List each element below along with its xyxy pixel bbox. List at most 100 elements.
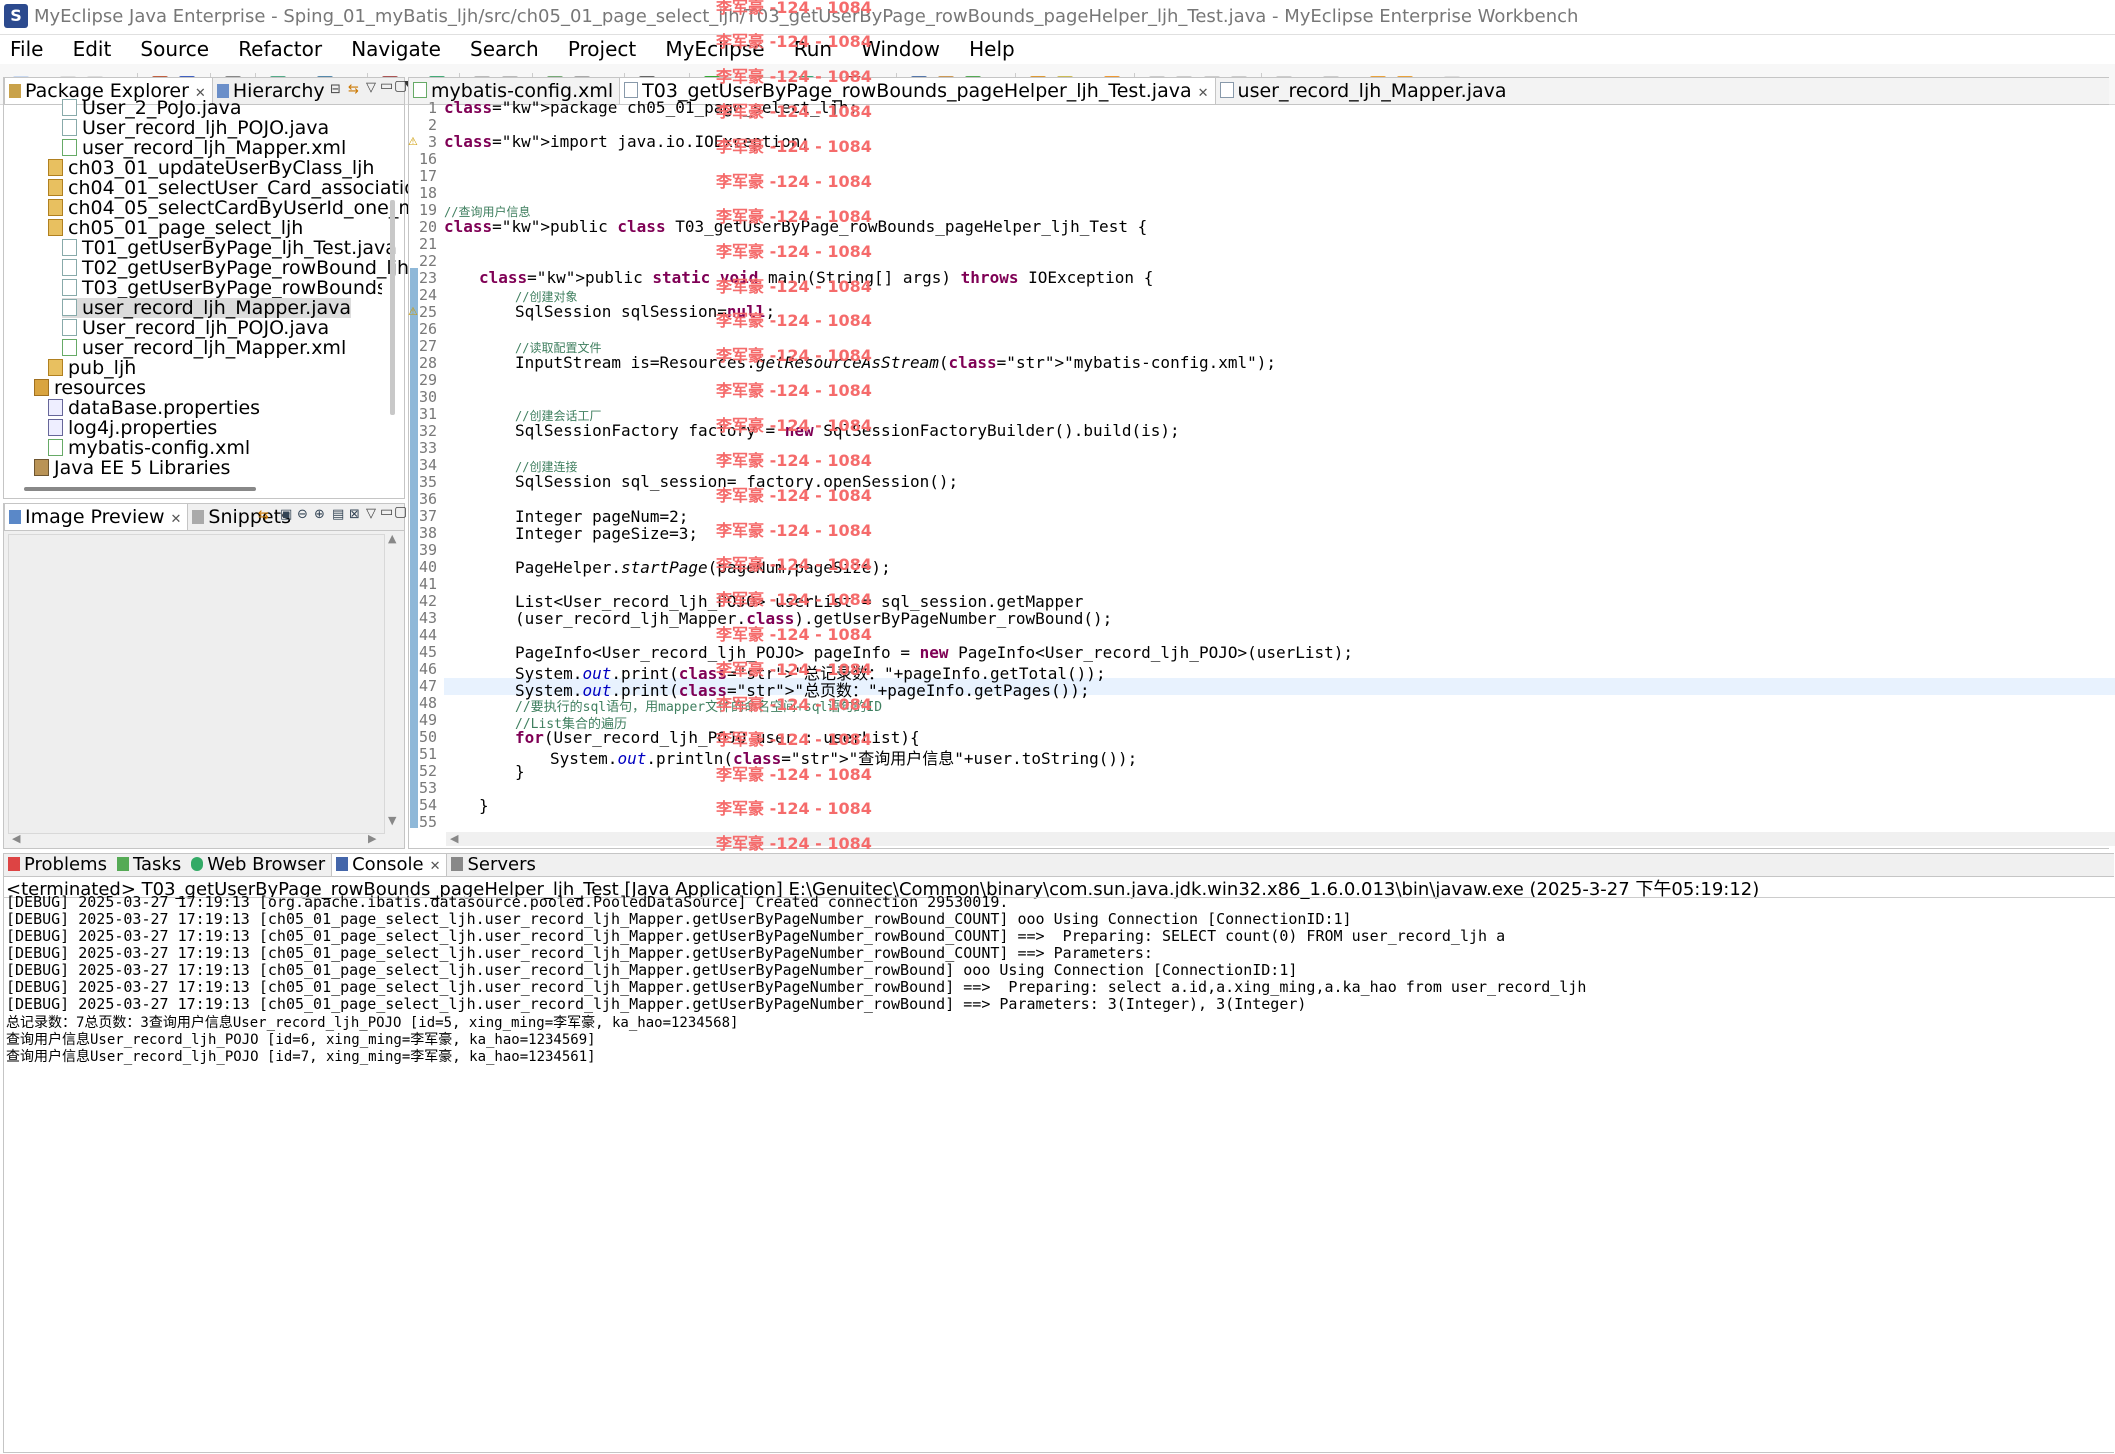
tree-item-t01[interactable]: T01_getUserByPage_ljh_Test.java (62, 238, 397, 258)
tree-item-label: log4j.properties (68, 417, 218, 439)
zoom-in-icon[interactable]: ⊕ (314, 507, 325, 522)
tree-item-mapper-java-selected[interactable]: user_record_ljh_Mapper.java (62, 298, 351, 318)
view-menu-icon[interactable]: ▽ (366, 80, 376, 95)
line-number: 23 (418, 269, 437, 287)
image-icon[interactable]: ▣ (280, 507, 292, 522)
menu-source[interactable]: Source (140, 37, 209, 61)
line-number: 54 (418, 796, 437, 814)
link-editor-icon[interactable]: ⇆ (348, 82, 359, 97)
close-icon[interactable]: ✕ (1198, 86, 1209, 101)
tree-item-t03[interactable]: T03_getUserByPage_rowBounds_pageHelper_l… (62, 278, 382, 298)
tab-tasks[interactable]: Tasks (113, 854, 187, 876)
link-icon[interactable]: ⇆ (258, 508, 269, 523)
line-number: 41 (418, 575, 437, 593)
tree-item-user-record-pojo[interactable]: User_record_ljh_POJO.java (62, 118, 329, 138)
collapse-all-icon[interactable]: ⊟ (330, 82, 341, 97)
tree-item-label: ch05_01_page_select_ljh (68, 217, 304, 239)
minimize-icon[interactable]: ▭ (380, 78, 393, 94)
minimize-icon[interactable]: ▭ (380, 504, 393, 520)
close-icon[interactable]: ✕ (171, 512, 182, 527)
maximize-icon[interactable]: ▢ (394, 78, 407, 94)
tree-item-label: ch03_01_updateUserByClass_ljh (68, 157, 375, 179)
close-icon[interactable]: ✕ (430, 859, 441, 874)
code-line[interactable]: InputStream is=Resources.getResourceAsSt… (515, 353, 1276, 372)
image-preview-icon (9, 510, 21, 524)
scroll-right-icon[interactable]: ▶ (368, 832, 376, 845)
code-line[interactable]: } (515, 762, 525, 781)
tab-problems[interactable]: Problems (4, 854, 113, 876)
menu-project[interactable]: Project (568, 37, 636, 61)
tree-item-label: mybatis-config.xml (68, 437, 251, 459)
tree-item-mapper-xml-2[interactable]: user_record_ljh_Mapper.xml (62, 338, 346, 358)
watermark: 李军豪 -124 - 1084 (716, 799, 872, 818)
watermark: 李军豪 -124 - 1084 (716, 834, 872, 853)
menu-refactor[interactable]: Refactor (238, 37, 322, 61)
watermark: 李军豪 -124 - 1084 (716, 521, 872, 540)
title-bar: S MyEclipse Java Enterprise - Sping_01_m… (0, 0, 2115, 35)
line-number: 51 (418, 745, 437, 763)
line-number: 16 (418, 150, 437, 168)
line-number: 40 (418, 558, 437, 576)
menu-search[interactable]: Search (470, 37, 539, 61)
tree-item-user-record-pojo-2[interactable]: User_record_ljh_POJO.java (62, 318, 329, 338)
watermark: 李军豪 -124 - 1084 (716, 242, 872, 261)
tab-web-browser[interactable]: Web Browser (187, 854, 331, 876)
actual-size-icon[interactable]: ▤ (332, 507, 344, 522)
tree-item-ch04-01[interactable]: ch04_01_selectUser_Card_association_ljh (48, 178, 460, 198)
line-number: 28 (418, 354, 437, 372)
tree-item-resources[interactable]: resources (34, 378, 146, 398)
menu-navigate[interactable]: Navigate (351, 37, 441, 61)
zoom-out-icon[interactable]: ⊖ (297, 507, 308, 522)
tab-servers[interactable]: Servers (447, 854, 541, 876)
tree-item-database-properties[interactable]: dataBase.properties (48, 398, 260, 418)
scroll-down-icon[interactable]: ▼ (388, 814, 396, 827)
tree-item-user2pojo[interactable]: User_2_PoJo.java (62, 98, 242, 118)
scroll-left-icon[interactable]: ◀ (450, 832, 458, 845)
maximize-icon[interactable]: ▢ (394, 504, 407, 520)
tab-snippets-label: Snippets (208, 506, 291, 528)
package-explorer-vscrollbar[interactable] (390, 200, 395, 415)
watermark: 李军豪 -124 - 1084 (716, 695, 872, 714)
tab-image-preview[interactable]: Image Preview ✕ (4, 504, 189, 530)
tab-console[interactable]: Console ✕ (331, 854, 448, 876)
watermark: 李军豪 -124 - 1084 (716, 0, 872, 17)
tree-item-mybatis-config[interactable]: mybatis-config.xml (48, 438, 250, 458)
tree-item-label: User_record_ljh_POJO.java (82, 317, 330, 339)
java-file-icon (1219, 82, 1234, 98)
watermark: 李军豪 -124 - 1084 (716, 765, 872, 784)
scroll-left-icon[interactable]: ◀ (12, 832, 20, 845)
tab-mapper-java[interactable]: user_record_ljh_Mapper.java (1216, 78, 1513, 104)
menu-edit[interactable]: Edit (73, 37, 112, 61)
tree-item-pub-ljh[interactable]: pub_ljh (48, 358, 136, 378)
code-line[interactable]: Integer pageSize=3; (515, 524, 698, 543)
line-number: 24 (418, 286, 437, 304)
code-line[interactable]: } (479, 796, 489, 815)
menu-window[interactable]: Window (861, 37, 940, 61)
line-number: 33 (418, 439, 437, 457)
library-icon (34, 459, 49, 476)
fit-icon[interactable]: ⊠ (349, 507, 360, 522)
java-file-icon (624, 82, 639, 98)
menu-help[interactable]: Help (969, 37, 1015, 61)
tree-item-label: resources (54, 377, 147, 399)
line-number: 45 (418, 643, 437, 661)
tree-item-label: Java EE 5 Libraries (54, 457, 231, 479)
scroll-up-icon[interactable]: ▲ (388, 532, 396, 545)
tree-item-ch03[interactable]: ch03_01_updateUserByClass_ljh (48, 158, 374, 178)
tree-item-ch05[interactable]: ch05_01_page_select_ljh (48, 218, 303, 238)
java-file-icon (62, 239, 77, 256)
watermark: 李军豪 -124 - 1084 (716, 730, 872, 749)
tree-item-log4j-properties[interactable]: log4j.properties (48, 418, 217, 438)
package-explorer-hscrollbar[interactable] (24, 487, 256, 491)
tree-item-label: User_2_PoJo.java (82, 97, 242, 119)
xml-file-icon (62, 339, 77, 356)
menu-file[interactable]: File (10, 37, 43, 61)
properties-file-icon (48, 399, 63, 416)
line-number: 18 (418, 184, 437, 202)
tree-item-mapper-xml[interactable]: user_record_ljh_Mapper.xml (62, 138, 346, 158)
tree-item-javaee-libraries[interactable]: Java EE 5 Libraries (34, 458, 230, 478)
console-tabbar: Problems Tasks Web Browser Console ✕ Servers (4, 854, 2114, 877)
servers-icon (451, 857, 464, 871)
editor-hscrollbar[interactable] (446, 832, 2115, 846)
view-menu-icon[interactable]: ▽ (366, 506, 376, 521)
